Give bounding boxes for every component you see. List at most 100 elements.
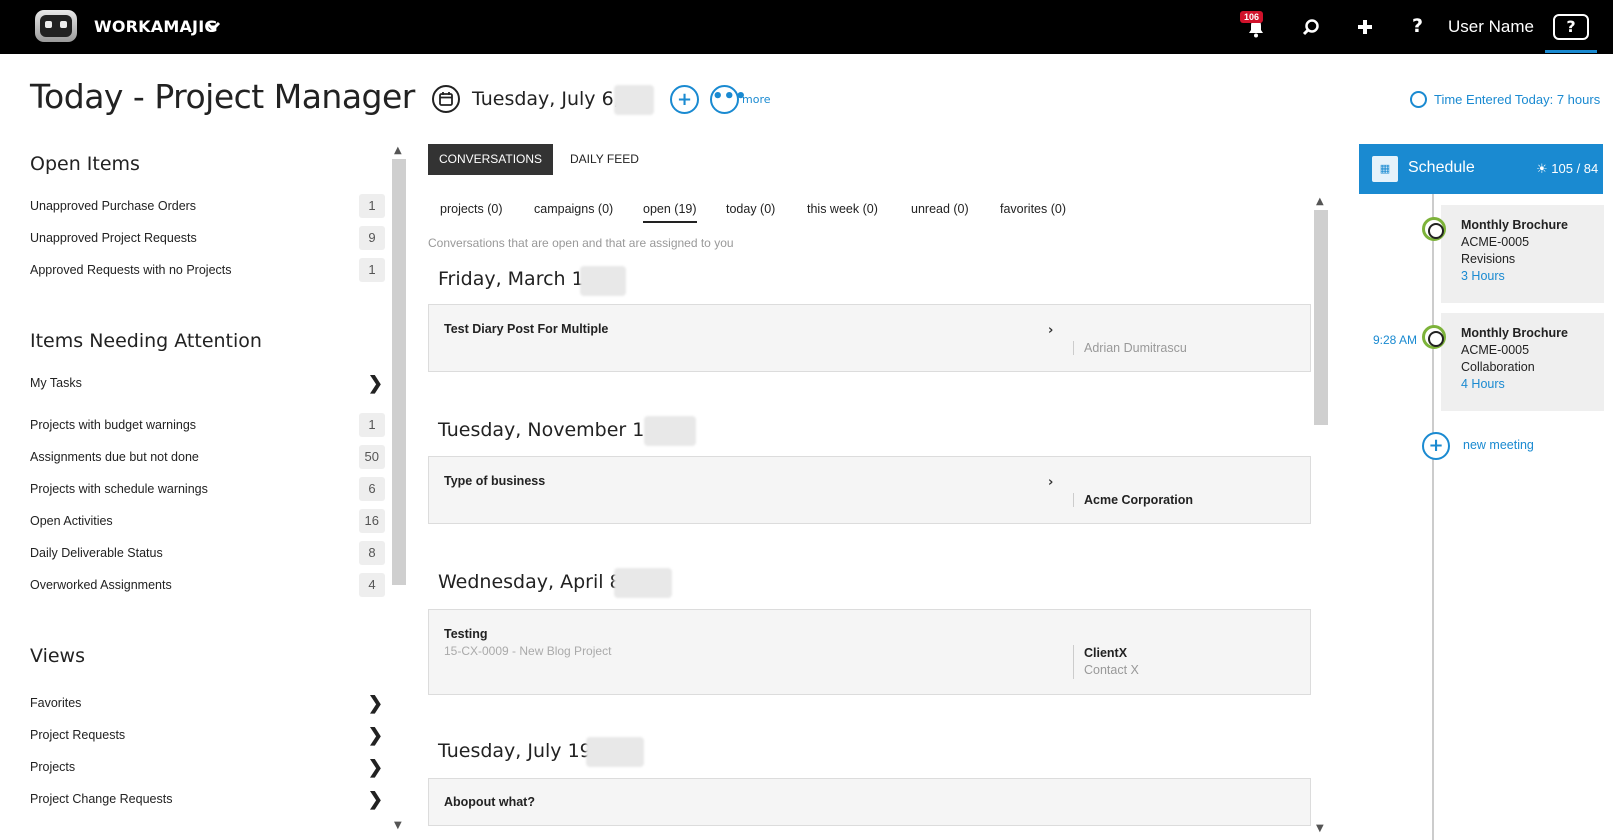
- filter-today[interactable]: today (0): [726, 202, 775, 216]
- open-item-row[interactable]: Approved Requests with no Projects 1: [30, 258, 385, 282]
- scroll-thumb: [392, 159, 406, 585]
- view-row[interactable]: Project Requests ❯: [30, 725, 385, 745]
- add-meeting-icon[interactable]: +: [1422, 432, 1450, 460]
- scroll-down-icon: ▼: [394, 820, 402, 831]
- view-row[interactable]: Project Change Requests ❯: [30, 789, 385, 809]
- schedule-item[interactable]: Monthly Brochure ACME-0005 Revisions 3 H…: [1441, 205, 1604, 303]
- count-badge: 9: [359, 226, 385, 250]
- filter-projects[interactable]: projects (0): [440, 202, 503, 216]
- filter-open[interactable]: open (19): [643, 202, 697, 223]
- day-heading: Friday, March 1,: [438, 268, 590, 290]
- conversation-card[interactable]: Type of business › Acme Corporation: [428, 456, 1311, 524]
- count-badge: 6: [359, 477, 385, 501]
- more-circle-button[interactable]: •••: [710, 85, 747, 114]
- schedule-item-task: Revisions: [1461, 252, 1516, 266]
- attention-row[interactable]: Projects with budget warnings 1: [30, 413, 385, 437]
- notification-badge: 106: [1240, 11, 1264, 23]
- year-redacted: [580, 266, 626, 296]
- year-redacted: [586, 737, 644, 767]
- chevron-down-icon[interactable]: [205, 16, 221, 36]
- tab-conversations[interactable]: CONVERSATIONS: [428, 144, 553, 175]
- date-year-redacted: [614, 85, 654, 115]
- left-panel: Open Items Unapproved Purchase Orders 1 U…: [30, 140, 386, 840]
- filter-this-week[interactable]: this week (0): [807, 202, 878, 216]
- brand-name[interactable]: WORKAMAJIG: [94, 17, 218, 36]
- conversation-title: Testing: [444, 627, 488, 641]
- filter-unread[interactable]: unread (0): [911, 202, 969, 216]
- app-logo[interactable]: [35, 10, 77, 42]
- conversation-title: Type of business: [444, 474, 546, 488]
- day-heading: Tuesday, November 11,: [438, 419, 663, 441]
- scroll-up-icon: ▲: [1316, 196, 1324, 207]
- schedule-count: ☀ 105 / 84: [1536, 161, 1599, 176]
- count-badge: 50: [358, 445, 385, 469]
- schedule-item-code: ACME-0005: [1461, 235, 1530, 249]
- conversation-author: Adrian Dumitrascu: [1073, 341, 1187, 355]
- scroll-up-icon: ▲: [394, 145, 402, 156]
- left-scrollbar[interactable]: ▲ ▼: [392, 145, 406, 835]
- schedule-title: Schedule: [1408, 159, 1475, 176]
- schedule-header[interactable]: ▦ Schedule ☀ 105 / 84: [1359, 144, 1603, 194]
- help-icon[interactable]: ?: [1412, 15, 1423, 37]
- day-heading: Tuesday, July 19,: [438, 740, 598, 762]
- clock-icon: [1422, 217, 1446, 241]
- open-item-row[interactable]: Unapproved Project Requests 9: [30, 226, 385, 250]
- main-scrollbar[interactable]: ▲ ▼: [1314, 196, 1328, 836]
- chevron-right-icon[interactable]: ›: [1048, 475, 1053, 490]
- time-entered-today[interactable]: Time Entered Today: 7 hours: [1434, 92, 1600, 107]
- top-bar: WORKAMAJIG 106 ? User Name ?: [0, 0, 1613, 54]
- current-date: Tuesday, July 6,: [472, 88, 620, 110]
- filter-favorites[interactable]: favorites (0): [1000, 202, 1066, 216]
- view-row[interactable]: Favorites ❯: [30, 693, 385, 713]
- schedule-item-task: Collaboration: [1461, 360, 1535, 374]
- chevron-right-icon: ❯: [367, 693, 383, 713]
- attention-row[interactable]: Open Activities 16: [30, 509, 385, 533]
- conversation-card[interactable]: Testing 15-CX-0009 - New Blog Project Cl…: [428, 609, 1311, 695]
- calendar-icon[interactable]: [432, 85, 460, 113]
- open-items-heading: Open Items: [30, 153, 140, 175]
- count-badge: 4: [359, 573, 385, 597]
- schedule-item-hours: 3 Hours: [1461, 269, 1505, 283]
- schedule-item-code: ACME-0005: [1461, 343, 1530, 357]
- year-redacted: [614, 568, 672, 598]
- attention-row[interactable]: Assignments due but not done 50: [30, 445, 385, 469]
- conversation-title: Test Diary Post For Multiple: [444, 322, 609, 336]
- conversation-client-block: ClientX Contact X: [1073, 645, 1139, 679]
- view-row[interactable]: Projects ❯: [30, 757, 385, 777]
- views-heading: Views: [30, 645, 85, 667]
- new-meeting-link[interactable]: new meeting: [1463, 438, 1534, 452]
- conversation-client: Acme Corporation: [1073, 493, 1193, 507]
- open-item-row[interactable]: Unapproved Purchase Orders 1: [30, 194, 385, 218]
- count-badge: 16: [358, 509, 385, 533]
- filter-campaigns[interactable]: campaigns (0): [534, 202, 613, 216]
- attention-row[interactable]: Projects with schedule warnings 6: [30, 477, 385, 501]
- tab-daily-feed[interactable]: DAILY FEED: [570, 144, 639, 175]
- conversation-card[interactable]: Abopout what?: [428, 778, 1311, 826]
- chevron-right-icon: ❯: [367, 757, 383, 777]
- schedule-time: 9:28 AM: [1373, 333, 1418, 347]
- year-redacted: [644, 416, 696, 446]
- user-name[interactable]: User Name: [1448, 17, 1534, 37]
- attention-row[interactable]: Overworked Assignments 4: [30, 573, 385, 597]
- conversation-project[interactable]: 15-CX-0009 - New Blog Project: [444, 644, 611, 658]
- attention-row[interactable]: Daily Deliverable Status 8: [30, 541, 385, 565]
- more-link[interactable]: more: [742, 93, 771, 106]
- my-tasks-row[interactable]: My Tasks ❯: [30, 373, 385, 393]
- chevron-right-icon: ❯: [367, 789, 383, 809]
- scroll-down-icon: ▼: [1316, 823, 1324, 834]
- help-underline: [1545, 50, 1597, 53]
- filter-hint: Conversations that are open and that are…: [428, 236, 734, 250]
- count-badge: 1: [359, 194, 385, 218]
- help-button[interactable]: ?: [1553, 14, 1589, 40]
- conversation-card[interactable]: Test Diary Post For Multiple › Adrian Du…: [428, 304, 1311, 372]
- client-contact: Contact X: [1084, 663, 1139, 677]
- count-badge: 1: [359, 413, 385, 437]
- schedule-item-title: Monthly Brochure: [1461, 326, 1568, 340]
- search-icon[interactable]: [1302, 18, 1320, 36]
- add-icon[interactable]: [1356, 18, 1374, 36]
- conversation-title: Abopout what?: [444, 795, 535, 809]
- add-circle-button[interactable]: +: [670, 85, 699, 114]
- attention-heading: Items Needing Attention: [30, 330, 262, 352]
- chevron-right-icon[interactable]: ›: [1048, 323, 1053, 338]
- schedule-item[interactable]: Monthly Brochure ACME-0005 Collaboration…: [1441, 313, 1604, 411]
